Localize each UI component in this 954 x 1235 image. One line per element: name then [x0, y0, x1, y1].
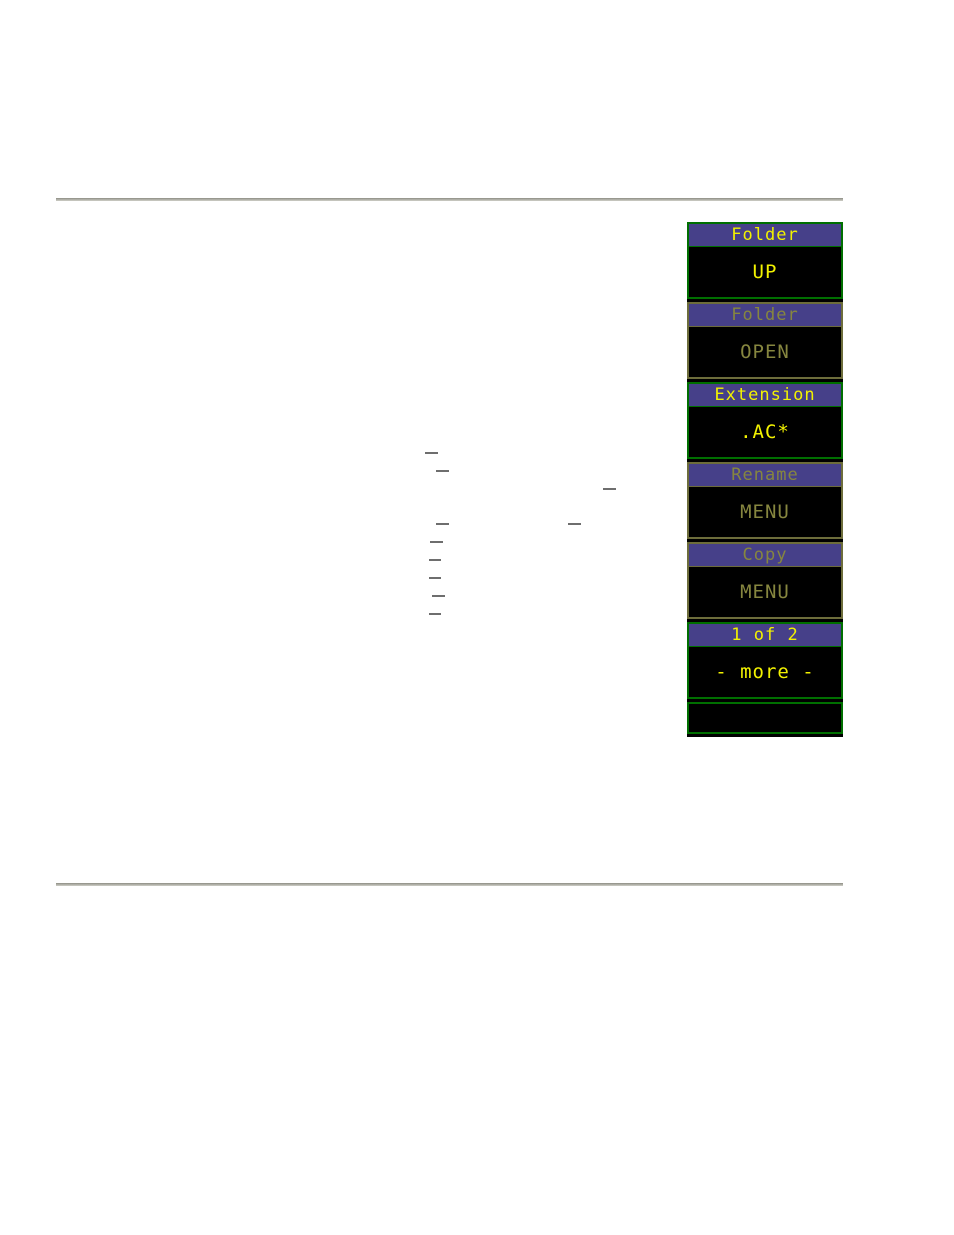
softkey-1-of-2-5[interactable]: 1 of 2- more - [687, 622, 843, 699]
dash-mark-4 [568, 523, 581, 525]
instrument-softkey-menu: Folder UP Folder OPEN Extension .AC* Rename MEN… [687, 222, 843, 737]
softkey-value-label: OPEN [689, 327, 841, 377]
dash-mark-8 [432, 595, 445, 597]
softkey-value-label [689, 704, 841, 732]
dash-mark-1 [436, 470, 449, 472]
softkey-folder-0[interactable]: Folder UP [687, 222, 843, 299]
softkey-folder-1[interactable]: Folder OPEN [687, 302, 843, 379]
softkey-value-label: MENU [689, 487, 841, 537]
footer-rule [56, 883, 843, 886]
softkey-value-label: MENU [689, 567, 841, 617]
dash-mark-0 [425, 452, 438, 454]
softkey-blank-6 [687, 702, 843, 734]
softkey-value-label: UP [689, 247, 841, 297]
softkey-copy-4[interactable]: Copy MENU [687, 542, 843, 619]
header-rule [56, 198, 843, 201]
dash-mark-7 [429, 577, 441, 579]
softkey-header-label: 1 of 2 [689, 624, 841, 647]
softkey-value-label: .AC* [689, 407, 841, 457]
dash-mark-9 [429, 613, 441, 615]
softkey-header-label: Folder [689, 224, 841, 247]
softkey-header-label: Extension [689, 384, 841, 407]
softkey-rename-3[interactable]: Rename MENU [687, 462, 843, 539]
softkey-value-label: - more - [689, 647, 841, 697]
dash-mark-2 [603, 488, 616, 490]
dash-mark-3 [436, 523, 449, 525]
softkey-header-label: Copy [689, 544, 841, 567]
softkey-header-label: Rename [689, 464, 841, 487]
dash-mark-5 [430, 541, 443, 543]
softkey-header-label: Folder [689, 304, 841, 327]
softkey-extension-2[interactable]: Extension .AC* [687, 382, 843, 459]
dash-mark-6 [429, 559, 441, 561]
